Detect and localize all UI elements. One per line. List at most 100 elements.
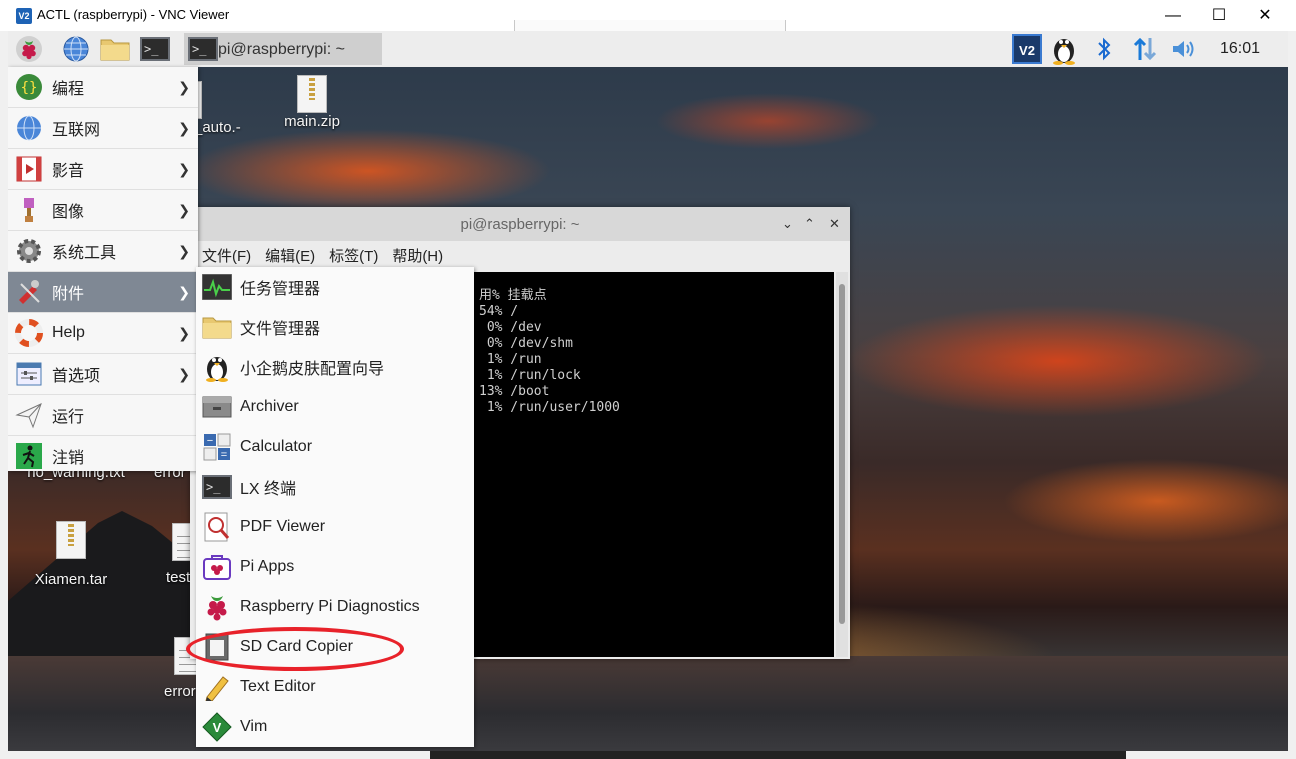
submenu-item-lx-terminal[interactable]: >_ LX 终端 — [196, 467, 474, 507]
menu-item-label: 首选项 — [52, 368, 101, 385]
panel-clock[interactable]: 16:01 — [1220, 40, 1260, 58]
calculator-icon: − = — [202, 432, 232, 462]
menu-item-label: 编程 — [52, 81, 85, 98]
submenu-item-pdf-viewer[interactable]: PDF Viewer — [196, 507, 474, 547]
chevron-right-icon: ❯ — [178, 201, 190, 218]
chevron-right-icon: ❯ — [178, 242, 190, 259]
folder-icon — [100, 39, 130, 61]
preferences-icon — [14, 359, 44, 389]
terminal-menu-tabs[interactable]: 标签(T) — [329, 245, 378, 266]
vnc-viewport[interactable]: _auto.- main.zip no_warning.txt error Xi… — [8, 31, 1288, 751]
network-icon — [1133, 37, 1157, 61]
menu-item-label: 注销 — [52, 450, 85, 467]
svg-text:{}: {} — [21, 80, 38, 96]
menu-button[interactable] — [14, 34, 44, 64]
accessories-icon — [14, 277, 44, 307]
terminal-minimize-button[interactable]: ⌄ — [782, 216, 793, 232]
desktop-icon-label: main.zip — [284, 113, 340, 130]
braces-icon: {} — [14, 72, 44, 102]
terminal-scrollbar-thumb[interactable] — [839, 284, 845, 624]
chevron-right-icon: ❯ — [178, 324, 190, 341]
desktop-icon-xiamen-tar[interactable]: Xiamen.tar — [26, 521, 116, 588]
menu-item-label: 影音 — [52, 163, 85, 180]
submenu-item-archiver[interactable]: Archiver — [196, 387, 474, 427]
svg-text:V: V — [213, 720, 222, 735]
terminal-scrollbar[interactable] — [836, 272, 848, 657]
lifebuoy-icon — [14, 318, 44, 348]
menu-item-label: Help — [52, 324, 85, 341]
pi-apps-icon — [202, 552, 232, 582]
submenu-item-label: Archiver — [240, 398, 299, 415]
menu-item-label: 互联网 — [52, 122, 101, 139]
menu-item-preferences[interactable]: 首选项 ❯ — [8, 354, 198, 395]
submenu-item-label: 文件管理器 — [240, 321, 321, 338]
window-titlebar: V2 ACTL (raspberrypi) - VNC Viewer — ☐ ✕ — [0, 0, 1296, 32]
submenu-item-vim[interactable]: V Vim — [196, 707, 474, 747]
media-icon — [14, 154, 44, 184]
menu-item-run[interactable]: 运行 — [8, 395, 198, 436]
bluetooth-tray-icon[interactable] — [1092, 31, 1116, 67]
submenu-item-label: 小企鹅皮肤配置向导 — [240, 361, 385, 378]
file-manager-launcher[interactable] — [100, 34, 130, 64]
menu-item-label: 附件 — [52, 286, 85, 303]
chevron-right-icon: ❯ — [178, 365, 190, 382]
terminal-close-button[interactable]: ✕ — [829, 216, 840, 232]
taskbar-button-terminal[interactable]: >_ pi@raspberrypi: ~ — [184, 33, 382, 65]
browser-launcher[interactable] — [61, 34, 91, 64]
terminal-menu-help[interactable]: 帮助(H) — [392, 245, 443, 266]
terminal-icon: >_ — [202, 472, 232, 502]
submenu-item-file-manager[interactable]: 文件管理器 — [196, 307, 474, 347]
vim-icon: V — [202, 712, 232, 742]
gear-icon — [14, 236, 44, 266]
raspberry-icon — [202, 592, 232, 622]
volume-tray-icon[interactable] — [1170, 31, 1200, 67]
terminal-menubar: 文件(F) 编辑(E) 标签(T) 帮助(H) — [190, 241, 850, 269]
submenu-item-text-editor[interactable]: Text Editor — [196, 667, 474, 707]
submenu-item-fcitx-skin-wizard[interactable]: 小企鹅皮肤配置向导 — [196, 347, 474, 387]
taskbar-button-label: pi@raspberrypi: ~ — [218, 41, 345, 58]
minimize-button[interactable]: — — [1150, 0, 1196, 31]
menu-item-graphics[interactable]: 图像 ❯ — [8, 190, 198, 231]
submenu-item-label: Calculator — [240, 438, 313, 455]
chevron-right-icon: ❯ — [178, 160, 190, 177]
desktop-icon-main-zip[interactable]: main.zip — [267, 75, 357, 130]
terminal-title: pi@raspberrypi: ~ — [460, 216, 580, 233]
terminal-menu-file[interactable]: 文件(F) — [202, 245, 251, 266]
window-title: ACTL (raspberrypi) - VNC Viewer — [37, 7, 230, 22]
terminal-menu-edit[interactable]: 编辑(E) — [265, 245, 315, 266]
penguin-tray-icon[interactable] — [1046, 31, 1082, 67]
chevron-right-icon: ❯ — [178, 78, 190, 95]
terminal-maximize-button[interactable]: ⌃ — [804, 216, 815, 232]
submenu-item-label: Text Editor — [240, 678, 316, 695]
close-button[interactable]: ✕ — [1242, 0, 1288, 31]
red-highlight-circle — [186, 627, 404, 671]
submenu-item-label: Vim — [240, 718, 268, 735]
svg-text:−: − — [207, 435, 213, 447]
menu-item-media[interactable]: 影音 ❯ — [8, 149, 198, 190]
desktop-icon-label: error — [164, 683, 196, 700]
menu-item-programming[interactable]: {} 编程 ❯ — [8, 67, 198, 108]
menu-item-accessories[interactable]: 附件 ❯ — [8, 272, 198, 313]
network-tray-icon[interactable] — [1130, 31, 1160, 67]
svg-text:=: = — [221, 449, 227, 461]
paintbrush-icon — [14, 195, 44, 225]
window-bottom-edge — [0, 751, 1296, 759]
terminal-icon: >_ — [188, 37, 218, 61]
terminal-launcher[interactable]: >_ — [140, 34, 170, 64]
pencil-icon — [202, 672, 232, 702]
archiver-icon — [202, 392, 232, 422]
chevron-right-icon: ❯ — [178, 283, 190, 300]
submenu-item-raspberry-pi-diagnostics[interactable]: Raspberry Pi Diagnostics — [196, 587, 474, 627]
run-icon — [14, 400, 44, 430]
vnc-tray-icon[interactable]: V2 — [1010, 31, 1044, 67]
menu-item-system-tools[interactable]: 系统工具 ❯ — [8, 231, 198, 272]
submenu-item-label: Raspberry Pi Diagnostics — [240, 598, 420, 615]
terminal-titlebar[interactable]: pi@raspberrypi: ~ ⌄ ⌃ ✕ — [190, 207, 850, 241]
maximize-button[interactable]: ☐ — [1196, 0, 1242, 31]
submenu-item-pi-apps[interactable]: Pi Apps — [196, 547, 474, 587]
menu-item-internet[interactable]: 互联网 ❯ — [8, 108, 198, 149]
menu-item-help[interactable]: Help ❯ — [8, 313, 198, 354]
submenu-item-task-manager[interactable]: 任务管理器 — [196, 267, 474, 307]
menu-item-logout[interactable]: 注销 — [8, 436, 198, 476]
submenu-item-calculator[interactable]: − = Calculator — [196, 427, 474, 467]
